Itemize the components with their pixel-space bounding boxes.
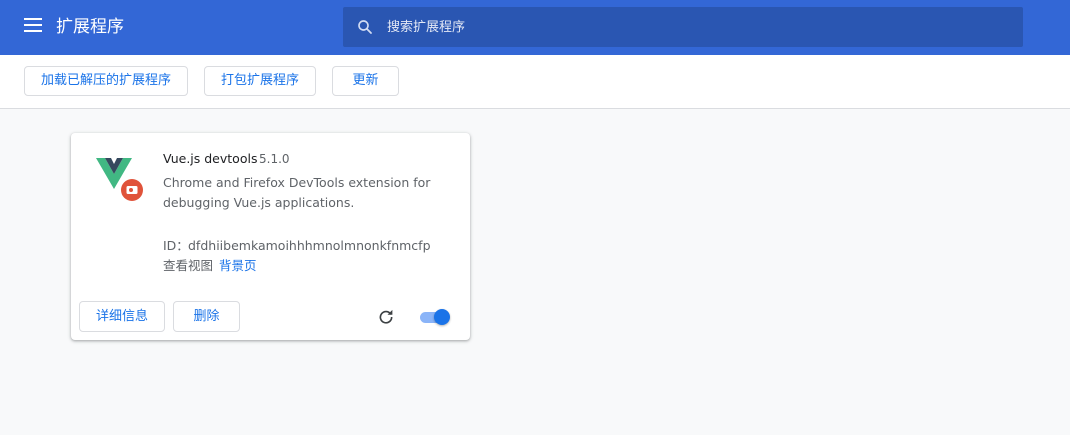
load-unpacked-button[interactable]: 加载已解压的扩展程序 <box>24 66 188 96</box>
inspect-views-label: 查看视图 <box>163 258 214 273</box>
remove-button[interactable]: 删除 <box>173 301 240 332</box>
search-box[interactable] <box>343 7 1023 47</box>
extension-version: 5.1.0 <box>259 152 290 166</box>
extension-id: dfdhiibemkamoihhhmnolmnonkfnmcfp <box>188 238 431 253</box>
developer-toolbar: 加载已解压的扩展程序 打包扩展程序 更新 <box>0 55 1070 109</box>
details-button[interactable]: 详细信息 <box>79 301 165 332</box>
extension-description: Chrome and Firefox DevTools extension fo… <box>163 175 431 210</box>
background-page-link[interactable]: 背景页 <box>219 257 257 275</box>
enable-toggle[interactable] <box>420 309 452 325</box>
vue-logo-icon <box>96 158 143 201</box>
reload-icon[interactable] <box>377 308 395 326</box>
toggle-knob <box>434 309 450 325</box>
extension-card: Vue.js devtools 5.1.0 Chrome and Firefox… <box>71 133 470 340</box>
pack-extension-button[interactable]: 打包扩展程序 <box>204 66 316 96</box>
top-bar: 扩展程序 <box>0 0 1070 55</box>
extension-name: Vue.js devtools <box>163 151 258 166</box>
search-input[interactable] <box>387 7 1007 47</box>
update-button[interactable]: 更新 <box>332 66 399 96</box>
extension-id-label: ID： <box>163 238 189 253</box>
page-title: 扩展程序 <box>56 17 124 37</box>
search-icon <box>358 20 372 34</box>
menu-icon[interactable] <box>24 18 42 32</box>
